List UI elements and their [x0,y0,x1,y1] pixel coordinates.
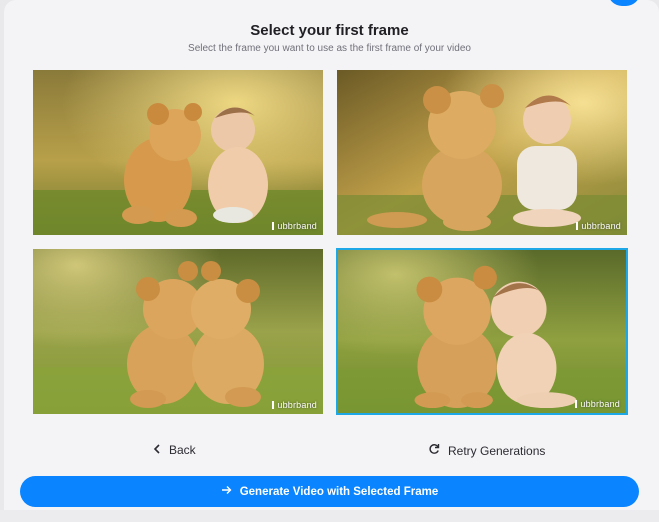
frame-2-image [337,70,627,235]
frame-option-1[interactable]: ubbrband [33,70,323,235]
frame-option-2[interactable]: ubbrband [337,70,627,235]
frame-1-image [33,70,323,235]
dialog-subtitle: Select the frame you want to use as the … [188,43,471,54]
arrow-right-icon [221,485,232,498]
back-button[interactable]: Back [153,443,196,457]
generate-button-label: Generate Video with Selected Frame [239,485,439,498]
frame-4-image [338,250,626,413]
back-button-label: Back [169,443,196,457]
retry-generations-button[interactable]: Retry Generations [428,443,545,458]
frame-3-image [33,249,323,414]
generate-video-button[interactable]: Generate Video with Selected Frame [20,476,639,507]
retry-button-label: Retry Generations [448,443,546,458]
frame-option-4-selected[interactable]: ubbrband [336,248,628,415]
watermark: ubbrband [272,221,317,231]
close-button[interactable] [608,0,640,6]
watermark: ubbrband [575,399,620,409]
watermark: ubbrband [272,400,317,410]
chevron-left-icon [153,443,161,457]
refresh-icon [428,443,440,458]
frame-option-3[interactable]: ubbrband [33,249,323,414]
watermark: ubbrband [576,221,621,231]
dialog-title: Select your first frame [250,22,409,39]
bottom-edge [0,510,659,522]
